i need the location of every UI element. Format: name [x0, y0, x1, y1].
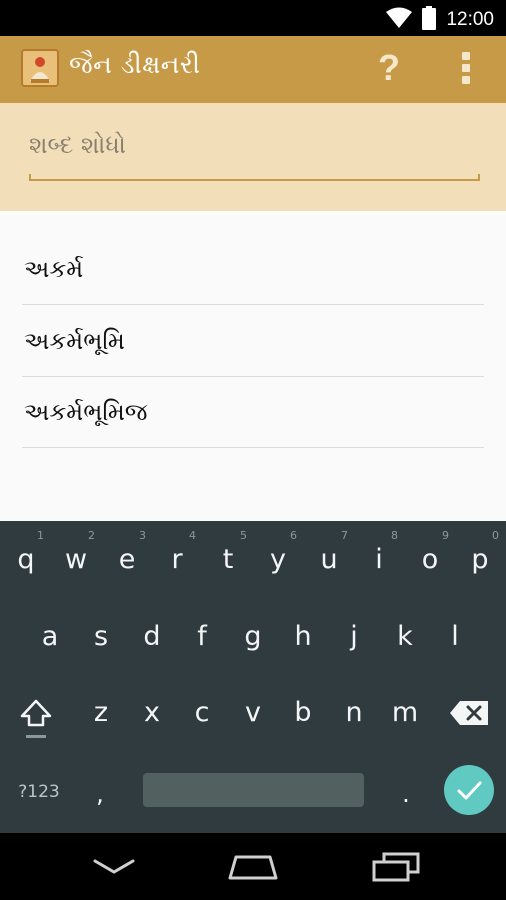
key-v[interactable]: v — [233, 688, 273, 738]
key-comma[interactable]: , — [80, 769, 120, 819]
app-title: જૈન ડીક્ષનરી — [69, 50, 201, 79]
key-w[interactable]: w — [56, 535, 96, 585]
key-period[interactable]: . — [386, 769, 426, 819]
space-key[interactable] — [143, 773, 364, 807]
key-f[interactable]: f — [182, 612, 222, 662]
key-m[interactable]: m — [385, 688, 425, 738]
search-input[interactable] — [29, 125, 480, 165]
key-c[interactable]: c — [182, 688, 222, 738]
key-hint: 6 — [290, 529, 297, 542]
battery-icon — [422, 6, 437, 34]
results-list: અકર્મ અકર્મભૂમિ અકર્મભૂમિજ — [0, 211, 506, 521]
backspace-icon[interactable] — [448, 693, 492, 733]
list-item[interactable]: અકર્મ — [22, 234, 484, 305]
key-p[interactable]: p — [460, 535, 500, 585]
key-r[interactable]: r — [157, 535, 197, 585]
key-y[interactable]: y — [258, 535, 298, 585]
key-n[interactable]: n — [334, 688, 374, 738]
key-hint: 5 — [240, 529, 247, 542]
key-z[interactable]: z — [81, 688, 121, 738]
key-hint: 1 — [37, 529, 44, 542]
key-l[interactable]: l — [435, 612, 475, 662]
key-b[interactable]: b — [283, 688, 323, 738]
key-hint: 9 — [442, 529, 449, 542]
soft-keyboard: q 1 w 2 e 3 r 4 t 5 y 6 u 7 i 8 o 9 p 0 … — [0, 521, 506, 833]
status-time: 12:00 — [446, 9, 494, 30]
home-nav-icon[interactable] — [226, 851, 280, 885]
key-i[interactable]: i — [359, 535, 399, 585]
key-k[interactable]: k — [385, 612, 425, 662]
wifi-icon — [386, 7, 413, 33]
key-hint: 4 — [189, 529, 196, 542]
app-logo-icon — [21, 49, 59, 87]
key-x[interactable]: x — [132, 688, 172, 738]
search-underline — [29, 174, 480, 181]
back-nav-icon[interactable] — [92, 855, 136, 883]
key-d[interactable]: d — [132, 612, 172, 662]
app-bar: જૈન ડીક્ષનરી ? — [0, 36, 506, 103]
list-item[interactable]: અકર્મભૂમિજ — [22, 377, 484, 448]
key-j[interactable]: j — [334, 612, 374, 662]
help-button[interactable]: ? — [372, 44, 406, 92]
key-hint: 7 — [341, 529, 348, 542]
shift-icon[interactable] — [16, 693, 56, 743]
key-e[interactable]: e — [107, 535, 147, 585]
key-h[interactable]: h — [283, 612, 323, 662]
key-hint: 3 — [139, 529, 146, 542]
overflow-menu-icon[interactable] — [452, 48, 480, 88]
search-area — [0, 103, 506, 211]
navigation-bar — [0, 833, 506, 900]
key-u[interactable]: u — [309, 535, 349, 585]
recents-nav-icon[interactable] — [370, 851, 422, 887]
check-icon[interactable] — [444, 765, 494, 815]
key-a[interactable]: a — [30, 612, 70, 662]
key-g[interactable]: g — [233, 612, 273, 662]
key-s[interactable]: s — [81, 612, 121, 662]
status-bar: 12:00 — [0, 0, 506, 36]
symbols-key[interactable]: ?123 — [14, 777, 64, 807]
key-hint: 0 — [492, 529, 499, 542]
key-hint: 8 — [391, 529, 398, 542]
list-item[interactable]: અકર્મભૂમિ — [22, 306, 484, 377]
key-o[interactable]: o — [410, 535, 450, 585]
key-hint: 2 — [88, 529, 95, 542]
key-q[interactable]: q — [6, 535, 46, 585]
key-t[interactable]: t — [208, 535, 248, 585]
